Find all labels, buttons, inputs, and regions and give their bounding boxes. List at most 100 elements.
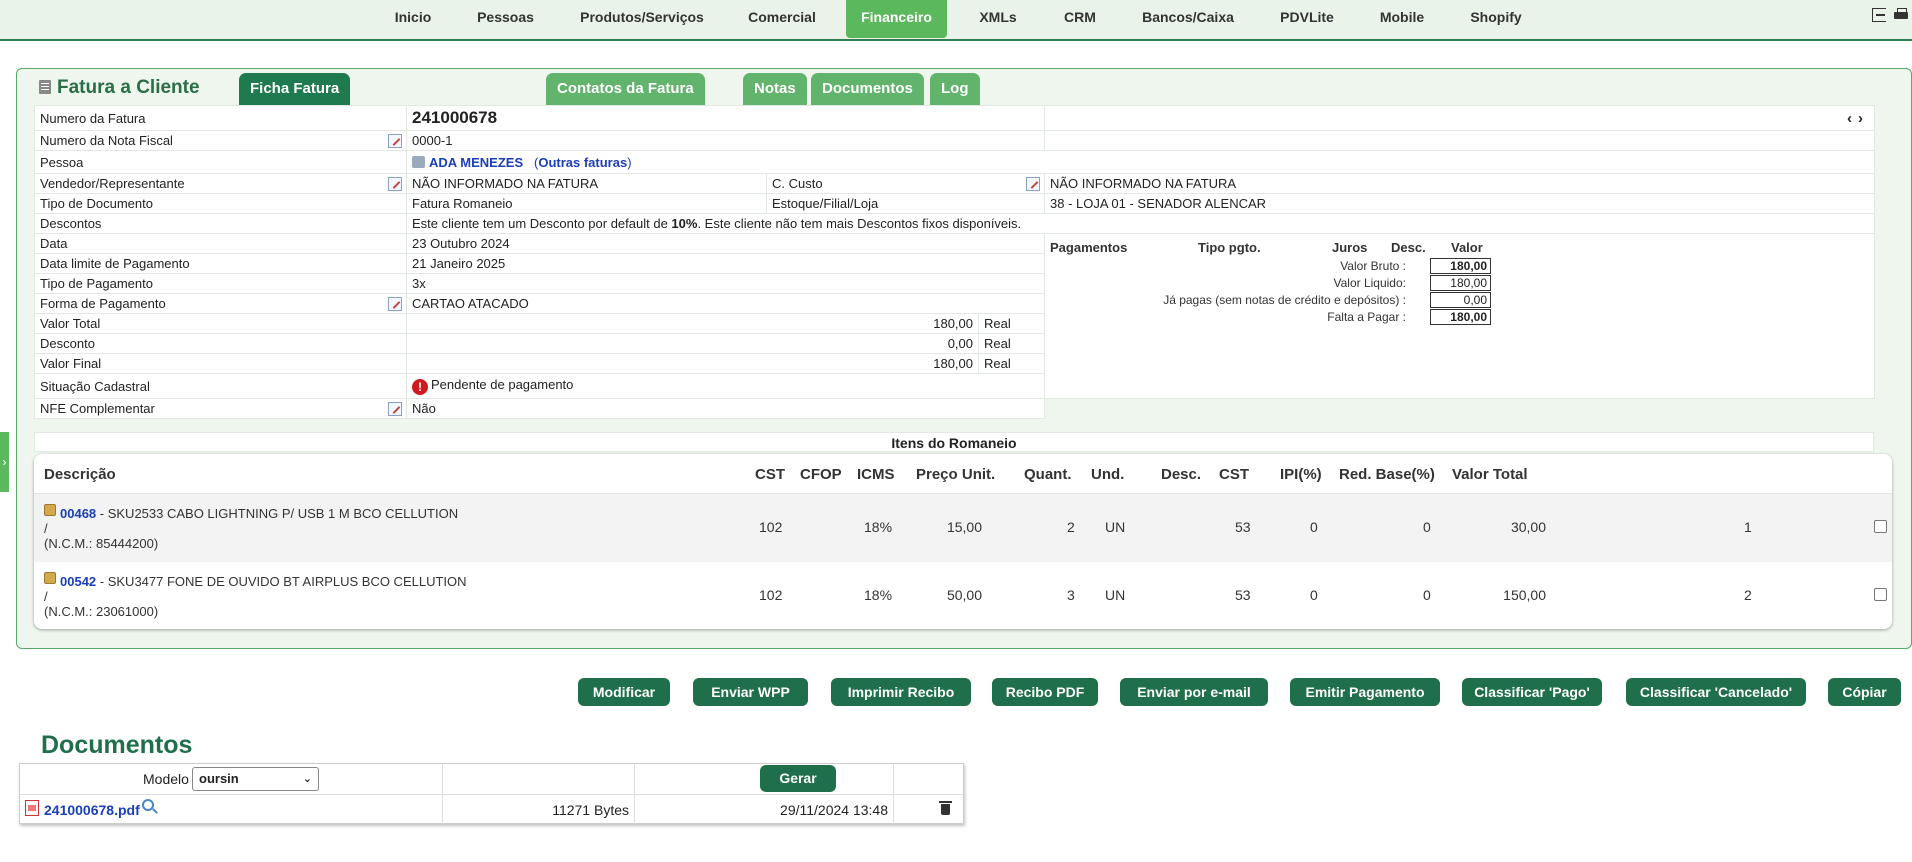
cell-cst2: 53	[1235, 587, 1251, 603]
tab-notas[interactable]: Notas	[743, 73, 807, 105]
col-cst: CST	[755, 466, 785, 483]
side-panel-toggle[interactable]: ›	[0, 432, 9, 492]
nav-xmls[interactable]: XMLs	[968, 0, 1028, 38]
document-file-date: 29/11/2024 13:48	[780, 802, 888, 818]
cell-index: 1	[1744, 519, 1752, 535]
value-pessoa: ADA MENEZES (Outras faturas)	[406, 150, 1875, 174]
nav-mobile[interactable]: Mobile	[1370, 0, 1434, 38]
nav-pessoas[interactable]: Pessoas	[463, 0, 548, 38]
enviar-email-button[interactable]: Enviar por e-mail	[1120, 678, 1268, 706]
descontos-text-post: . Este cliente não tem mais Descontos fi…	[697, 216, 1022, 231]
logout-icon[interactable]	[1872, 8, 1886, 22]
label-numero-fatura: Numero da Fatura	[34, 105, 407, 131]
label-nota-fiscal-text: Numero da Nota Fiscal	[40, 133, 173, 148]
edit-icon[interactable]	[388, 402, 402, 416]
pessoa-link[interactable]: ADA MENEZES	[429, 155, 523, 170]
cell-index: 2	[1744, 587, 1752, 603]
edit-icon[interactable]	[1026, 177, 1040, 191]
nav-shopify[interactable]: Shopify	[1460, 0, 1532, 38]
payments-summary: Pagamentos Tipo pgto. Juros Desc. Valor …	[1044, 233, 1875, 399]
cell-red-base: 0	[1423, 519, 1431, 535]
item-desc-text: - SKU2533 CABO LIGHTNING P/ USB 1 M BCO …	[96, 506, 459, 521]
cell-red-base: 0	[1423, 587, 1431, 603]
value-vendedor: NÃO INFORMADO NA FATURA	[406, 173, 767, 194]
label-desconto: Desconto	[34, 333, 407, 354]
print-icon[interactable]	[1894, 8, 1908, 22]
value-tipo-documento: Fatura Romaneio	[406, 193, 767, 214]
classificar-pago-button[interactable]: Classificar 'Pago'	[1462, 678, 1602, 706]
copiar-button[interactable]: Cópiar	[1828, 678, 1901, 706]
col-desc: Desc.	[1161, 466, 1202, 483]
pay-value-bruto: 180,00	[1430, 258, 1491, 274]
label-tipo-documento: Tipo de Documento	[34, 193, 407, 214]
item-code-link[interactable]: 00468	[60, 506, 96, 521]
prev-record-icon[interactable]: ‹	[1847, 110, 1858, 127]
cell-valor-total: 30,00	[1510, 519, 1546, 535]
chevron-down-icon: ⌄	[302, 773, 312, 785]
item-code-link[interactable]: 00542	[60, 574, 96, 589]
next-record-icon[interactable]: ›	[1858, 110, 1869, 127]
pay-label-liquido: Valor Liquido:	[1333, 276, 1407, 290]
record-nav: ‹›	[1044, 105, 1875, 131]
invoice-panel: Fatura a Cliente Ficha Fatura Contatos d…	[16, 68, 1912, 649]
nav-inicio[interactable]: Inicio	[380, 0, 446, 38]
enviar-wpp-button[interactable]: Enviar WPP	[693, 678, 808, 706]
pay-value-ja-pagas: 0,00	[1430, 292, 1491, 308]
value-descontos: Este cliente tem um Desconto por default…	[406, 213, 1875, 234]
label-valor-total: Valor Total	[34, 313, 407, 334]
classificar-cancelado-button[interactable]: Classificar 'Cancelado'	[1626, 678, 1806, 706]
row-checkbox[interactable]	[1874, 520, 1887, 533]
cell-und: UN	[1105, 587, 1126, 603]
outras-faturas-link[interactable]: Outras faturas	[538, 155, 627, 170]
item-ncm: (N.C.M.: 85444200)	[44, 536, 159, 551]
items-header: Descrição CST CFOP ICMS Preço Unit. Quan…	[34, 454, 1892, 494]
nav-financeiro[interactable]: Financeiro	[846, 0, 947, 38]
modelo-label: Modelo	[143, 771, 189, 787]
edit-icon[interactable]	[388, 134, 402, 148]
documents-table: Modelo oursin ⌄ Gerar 241000678.pdf 1127…	[19, 763, 964, 825]
pay-head-desc: Desc.	[1391, 240, 1426, 255]
tab-contatos-da-fatura[interactable]: Contatos da Fatura	[546, 73, 705, 105]
descontos-pct: 10%	[671, 216, 698, 231]
situacao-text: Pendente de pagamento	[431, 377, 574, 392]
modificar-button[interactable]: Modificar	[578, 678, 670, 706]
trash-icon[interactable]	[939, 801, 952, 815]
panel-title-text: Fatura a Cliente	[57, 77, 200, 98]
nav-crm[interactable]: CRM	[1052, 0, 1108, 38]
col-cst2: CST	[1219, 466, 1249, 483]
nav-comercial[interactable]: Comercial	[740, 0, 824, 38]
currency-valor-final: Real	[978, 353, 1045, 374]
label-ccusto: C. Custo	[766, 173, 1045, 194]
item-description: 00542 - SKU3477 FONE DE OUVIDO BT AIRPLU…	[44, 572, 467, 619]
tab-ficha-fatura[interactable]: Ficha Fatura	[239, 73, 351, 105]
cell-quant: 2	[1067, 519, 1075, 535]
item-desc-text: - SKU3477 FONE DE OUVIDO BT AIRPLUS BCO …	[96, 574, 467, 589]
nav-bancos-caixa[interactable]: Bancos/Caixa	[1133, 0, 1243, 38]
pay-head-pagamentos: Pagamentos	[1050, 240, 1128, 255]
edit-icon[interactable]	[388, 297, 402, 311]
label-estoque: Estoque/Filial/Loja	[766, 193, 1045, 214]
label-data-limite: Data limite de Pagamento	[34, 253, 407, 274]
recibo-pdf-button[interactable]: Recibo PDF	[992, 678, 1098, 706]
value-data: 23 Outubro 2024	[406, 233, 1045, 254]
imprimir-recibo-button[interactable]: Imprimir Recibo	[831, 678, 971, 706]
value-ccusto: NÃO INFORMADO NA FATURA	[1044, 173, 1875, 194]
preview-search-icon[interactable]	[142, 799, 154, 811]
label-situacao: Situação Cadastral	[34, 373, 407, 399]
document-file-size: 11271 Bytes	[552, 802, 629, 818]
tab-log[interactable]: Log	[930, 73, 980, 105]
col-descricao: Descrição	[44, 466, 116, 483]
gerar-button[interactable]: Gerar	[760, 765, 836, 792]
value-tipo-pagamento: 3x	[406, 273, 1045, 294]
document-file-link[interactable]: 241000678.pdf	[44, 802, 140, 818]
row-checkbox[interactable]	[1874, 588, 1887, 601]
nav-pdvlite[interactable]: PDVLite	[1270, 0, 1344, 38]
modelo-select[interactable]: oursin ⌄	[192, 767, 319, 791]
document-icon	[39, 80, 51, 94]
pay-label-bruto: Valor Bruto :	[1340, 259, 1406, 273]
edit-icon[interactable]	[388, 177, 402, 191]
invoice-fields: Numero da Fatura 241000678 ‹› Numero da …	[34, 105, 1875, 419]
nav-produtos-servicos[interactable]: Produtos/Serviços	[568, 0, 716, 38]
tab-documentos[interactable]: Documentos	[811, 73, 924, 105]
emitir-pagamento-button[interactable]: Emitir Pagamento	[1290, 678, 1440, 706]
